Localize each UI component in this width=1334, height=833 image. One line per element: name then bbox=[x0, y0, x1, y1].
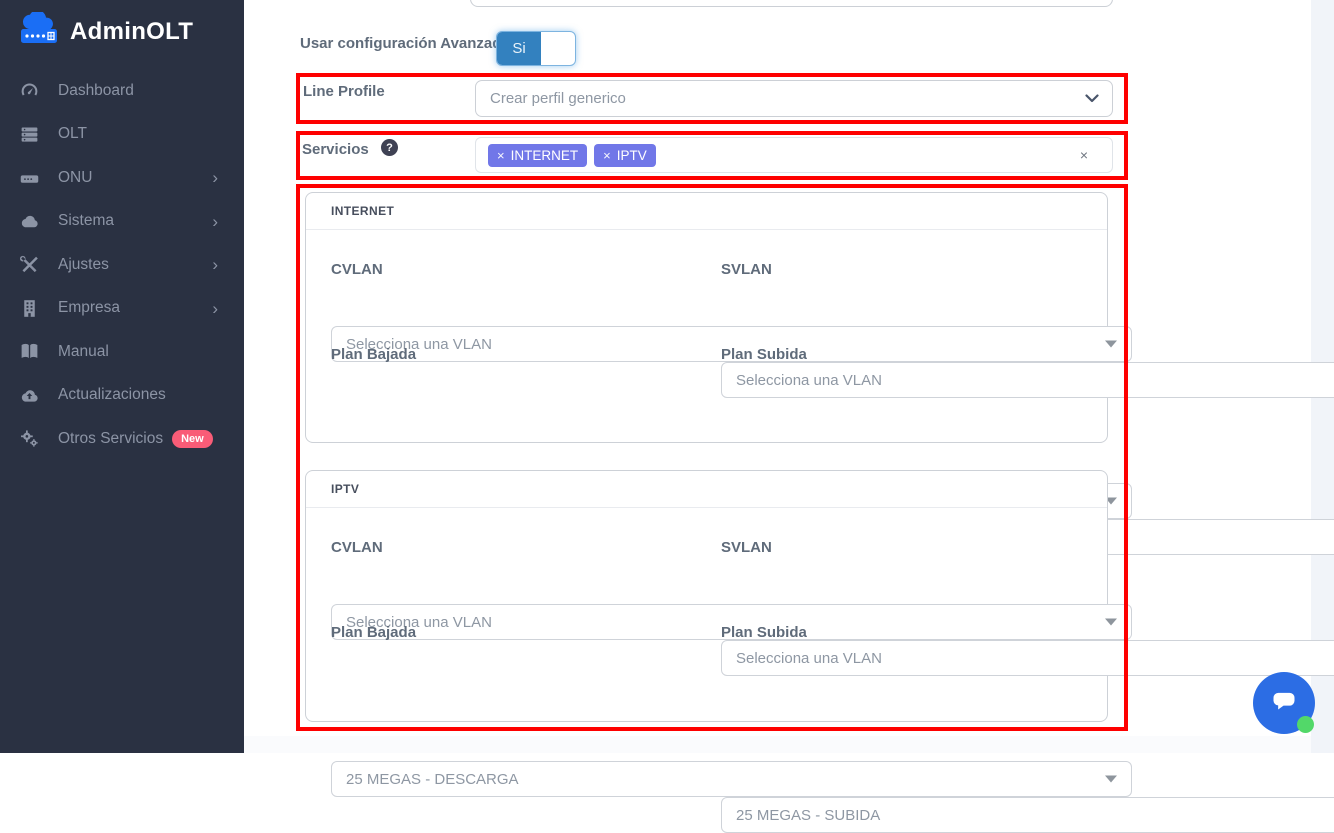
chip-label: INTERNET bbox=[511, 148, 579, 163]
servicios-label: Servicios bbox=[302, 141, 369, 158]
line-profile-selected-value: Crear perfil generico bbox=[490, 90, 626, 107]
svlan-label: SVLAN bbox=[721, 261, 1085, 278]
sidebar-item-label: Actualizaciones bbox=[58, 386, 166, 404]
app-logo[interactable]: AdminOLT bbox=[16, 12, 193, 52]
chevron-right-icon: › bbox=[212, 213, 218, 230]
svlan-select[interactable]: Selecciona una VLAN bbox=[721, 362, 1334, 398]
caret-down-icon bbox=[1105, 619, 1117, 626]
chevron-right-icon: › bbox=[212, 256, 218, 273]
router-cloud-logo-icon bbox=[16, 12, 62, 52]
sidebar-item-label: ONU bbox=[58, 169, 92, 187]
sidebar-nav: Dashboard OLT ONU › Sistema › Aj bbox=[0, 69, 244, 461]
line-profile-select[interactable]: Crear perfil generico bbox=[475, 80, 1113, 117]
select-value: 25 MEGAS - DESCARGA bbox=[346, 771, 519, 788]
advanced-config-label: Usar configuración Avanzada bbox=[300, 35, 510, 52]
svlan-label: SVLAN bbox=[721, 539, 1085, 556]
chip-internet[interactable]: × INTERNET bbox=[488, 144, 587, 167]
chevron-right-icon: › bbox=[212, 169, 218, 186]
plan-bajada-select[interactable]: 25 MEGAS - DESCARGA bbox=[331, 761, 1132, 797]
cvlan-label: CVLAN bbox=[331, 261, 696, 278]
sidebar-item-olt[interactable]: OLT bbox=[0, 113, 244, 157]
plan-bajada-label: Plan Bajada bbox=[331, 346, 696, 363]
sidebar-item-actualizaciones[interactable]: Actualizaciones bbox=[0, 374, 244, 418]
line-profile-label: Line Profile bbox=[303, 83, 385, 100]
gauge-icon bbox=[16, 81, 42, 101]
chat-launcher-button[interactable] bbox=[1253, 672, 1315, 734]
sidebar-item-onu[interactable]: ONU › bbox=[0, 156, 244, 200]
new-badge: New bbox=[172, 430, 213, 448]
select-value: 25 MEGAS - SUBIDA bbox=[736, 807, 880, 824]
select-placeholder: Selecciona una VLAN bbox=[736, 372, 882, 389]
chat-status-dot bbox=[1297, 716, 1314, 733]
tools-icon bbox=[16, 255, 42, 275]
chat-bubble-icon bbox=[1269, 687, 1299, 720]
svlan-select[interactable]: Selecciona una VLAN bbox=[721, 640, 1334, 676]
card-header: IPTV bbox=[306, 471, 1107, 508]
server-icon bbox=[16, 124, 42, 144]
app-title: AdminOLT bbox=[70, 18, 193, 46]
chip-iptv[interactable]: × IPTV bbox=[594, 144, 656, 167]
card-title: INTERNET bbox=[331, 204, 394, 218]
card-title: IPTV bbox=[331, 482, 359, 496]
sidebar-item-label: Ajustes bbox=[58, 256, 109, 274]
clear-all-icon[interactable]: × bbox=[1080, 147, 1088, 163]
building-icon bbox=[16, 298, 42, 318]
servicios-multiselect[interactable]: × INTERNET × IPTV × bbox=[475, 137, 1113, 173]
cloud-upload-icon bbox=[16, 385, 42, 405]
sidebar-item-ajustes[interactable]: Ajustes › bbox=[0, 243, 244, 287]
content-bottom-gap bbox=[244, 736, 1311, 753]
plan-bajada-label: Plan Bajada bbox=[331, 624, 696, 641]
plan-subida-label: Plan Subida bbox=[721, 624, 1085, 641]
chip-label: IPTV bbox=[617, 148, 647, 163]
gears-icon bbox=[16, 429, 42, 449]
sidebar-item-label: OLT bbox=[58, 125, 87, 143]
cloud-icon bbox=[16, 211, 42, 231]
internet-service-card: INTERNET CVLAN SVLAN Selecciona una VLAN… bbox=[305, 192, 1108, 443]
card-header: INTERNET bbox=[306, 193, 1107, 230]
sidebar-item-otros-servicios[interactable]: Otros Servicios New bbox=[0, 417, 244, 461]
partial-input-top[interactable] bbox=[470, 0, 1113, 7]
sidebar: AdminOLT Dashboard OLT ONU › Sistema bbox=[0, 0, 244, 753]
advanced-config-toggle[interactable]: Si bbox=[496, 31, 576, 66]
chevron-down-icon bbox=[1085, 90, 1099, 108]
toggle-on-label: Si bbox=[497, 32, 541, 65]
sidebar-item-empresa[interactable]: Empresa › bbox=[0, 287, 244, 331]
chevron-right-icon: › bbox=[212, 300, 218, 317]
chip-remove-icon[interactable]: × bbox=[497, 148, 505, 163]
cvlan-label: CVLAN bbox=[331, 539, 696, 556]
plan-subida-label: Plan Subida bbox=[721, 346, 1085, 363]
sidebar-item-label: Sistema bbox=[58, 212, 114, 230]
sidebar-item-sistema[interactable]: Sistema › bbox=[0, 200, 244, 244]
sidebar-item-dashboard[interactable]: Dashboard bbox=[0, 69, 244, 113]
sidebar-item-label: Empresa bbox=[58, 299, 120, 317]
help-icon[interactable]: ? bbox=[381, 139, 398, 156]
router-icon bbox=[16, 168, 42, 188]
chip-remove-icon[interactable]: × bbox=[603, 148, 611, 163]
caret-down-icon bbox=[1105, 776, 1117, 783]
plan-subida-select[interactable]: 25 MEGAS - SUBIDA bbox=[721, 797, 1334, 833]
sidebar-item-label: Manual bbox=[58, 343, 109, 361]
sidebar-item-label: Otros Servicios bbox=[58, 430, 163, 448]
select-placeholder: Selecciona una VLAN bbox=[736, 650, 882, 667]
sidebar-item-manual[interactable]: Manual bbox=[0, 330, 244, 374]
iptv-service-card: IPTV CVLAN SVLAN Selecciona una VLAN Sel… bbox=[305, 470, 1108, 722]
book-icon bbox=[16, 342, 42, 362]
sidebar-item-label: Dashboard bbox=[58, 82, 134, 100]
caret-down-icon bbox=[1105, 341, 1117, 348]
